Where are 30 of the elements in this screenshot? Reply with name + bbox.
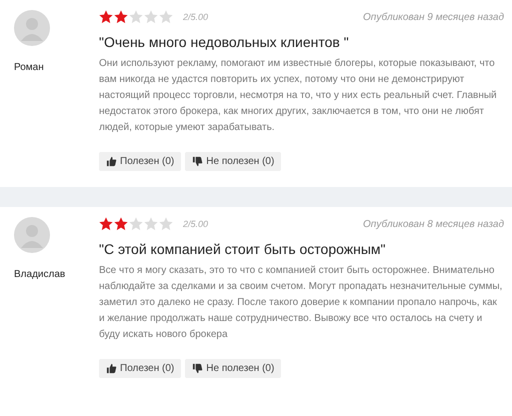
helpful-button[interactable]: Полезен (0) <box>99 359 182 378</box>
author-name: Роман <box>14 62 44 73</box>
star-icon <box>129 217 143 231</box>
published-date: Опубликован 8 месяцев назад <box>363 218 504 230</box>
review-title: "Очень много недовольных клиентов " <box>99 34 350 50</box>
star-icon <box>144 10 158 24</box>
avatar-icon <box>14 217 50 253</box>
review-text: Они используют рекламу, помогают им известные блогеры, которые показывают, что вам никогда не удастся повторить их успех, потому что они не демонстрируют настоящий процесс торговли, несмотря на то, что у них есть реальный счет. Главный недостаток этого брокера, как многих других, заключается в том, что они не любят людей, которые умеют зарабатывать. <box>99 57 498 135</box>
published-date: Опубликован 9 месяцев назад <box>363 12 504 22</box>
star-icon <box>114 10 128 24</box>
star-icon <box>99 10 113 24</box>
rating-score: 2/5.00 <box>183 12 208 22</box>
thumbs-down-icon <box>192 156 204 167</box>
not-helpful-button[interactable]: Не полезен (0) <box>185 152 282 171</box>
thumbs-up-icon <box>106 156 117 167</box>
star-icon <box>159 10 173 24</box>
rating-score: 2/5.00 <box>183 219 208 229</box>
star-icon <box>114 217 128 231</box>
review-text: Все что я могу сказать, это то что с компанией стоит быть осторожнее. Внимательно наблюдайте за сделками и за своим счетом. Могут пропадать незначительные суммы, заметил это далеко не сразу. После такого доверие к компании пропало напрочь, как и желание продолжать наше сотрудничество. Вывожу все что осталось на счету и буду искать нового брокера <box>99 264 504 342</box>
review-title: "С этой компанией стоит быть осторожным" <box>99 241 387 257</box>
star-icon <box>99 217 113 231</box>
star-icon <box>159 217 173 231</box>
thumbs-down-icon <box>192 363 204 374</box>
not-helpful-button[interactable]: Не полезен (0) <box>185 359 282 378</box>
avatar-icon <box>14 10 50 46</box>
helpful-button[interactable]: Полезен (0) <box>99 152 182 171</box>
star-icon <box>144 217 158 231</box>
author-name: Владислав <box>14 269 66 280</box>
star-icon <box>129 10 143 24</box>
thumbs-up-icon <box>106 363 117 374</box>
